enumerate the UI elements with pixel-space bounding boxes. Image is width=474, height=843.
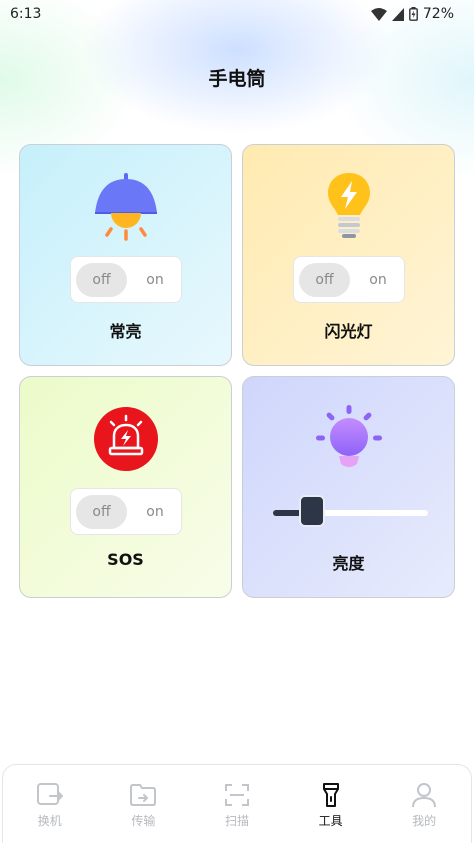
- flashlight-icon: [322, 783, 339, 807]
- card-label-flash: 闪光灯: [324, 322, 373, 341]
- status-time: 6:13: [10, 6, 42, 22]
- nav-item-tools[interactable]: 工具: [284, 765, 378, 843]
- battery-percent: 72%: [422, 6, 454, 22]
- status-bar: 6:13 72%: [0, 0, 474, 28]
- phone-transfer-icon: [36, 783, 63, 805]
- signal-icon: [391, 7, 404, 21]
- card-sos: off on SOS: [19, 376, 232, 598]
- toggle-off-option[interactable]: off: [76, 495, 127, 529]
- siren-alarm-icon: [93, 407, 158, 471]
- toggle-on-option[interactable]: on: [133, 495, 177, 529]
- card-label-brightness: 亮度: [332, 554, 365, 573]
- ceiling-lamp-icon: [94, 173, 157, 241]
- lightbulb-flash-icon: [327, 173, 370, 238]
- nav-item-profile[interactable]: 我的: [377, 765, 471, 843]
- card-flash-light: off on 闪光灯: [242, 144, 455, 366]
- battery-icon: [408, 7, 418, 21]
- brightness-bulb-icon: [315, 405, 382, 467]
- bottom-nav: 换机 传输 扫描 工具 我的: [2, 764, 472, 843]
- nav-label: 换机: [37, 814, 62, 828]
- steady-light-toggle[interactable]: off on: [70, 256, 182, 303]
- scan-icon: [224, 784, 249, 806]
- card-label-steady: 常亮: [109, 322, 142, 341]
- toggle-off-option[interactable]: off: [299, 263, 350, 297]
- folder-transfer-icon: [130, 784, 157, 806]
- nav-label: 工具: [318, 814, 343, 828]
- user-icon: [412, 783, 437, 808]
- status-icons: 72%: [370, 6, 454, 22]
- sos-toggle[interactable]: off on: [70, 488, 182, 535]
- nav-item-transfer[interactable]: 传输: [97, 765, 191, 843]
- toggle-on-option[interactable]: on: [356, 263, 400, 297]
- nav-item-switch-phone[interactable]: 换机: [3, 765, 97, 843]
- nav-label: 扫描: [224, 814, 249, 828]
- nav-label: 传输: [131, 814, 156, 828]
- card-label-sos: SOS: [107, 550, 144, 569]
- toggle-off-option[interactable]: off: [76, 263, 127, 297]
- page-title: 手电筒: [208, 68, 266, 90]
- flash-light-toggle[interactable]: off on: [293, 256, 405, 303]
- wifi-icon: [370, 7, 387, 21]
- brightness-slider-thumb[interactable]: [298, 495, 325, 527]
- card-steady-light: off on 常亮: [19, 144, 232, 366]
- card-brightness: 亮度: [242, 376, 455, 598]
- toggle-on-option[interactable]: on: [133, 263, 177, 297]
- nav-label: 我的: [412, 814, 437, 828]
- nav-item-scan[interactable]: 扫描: [190, 765, 284, 843]
